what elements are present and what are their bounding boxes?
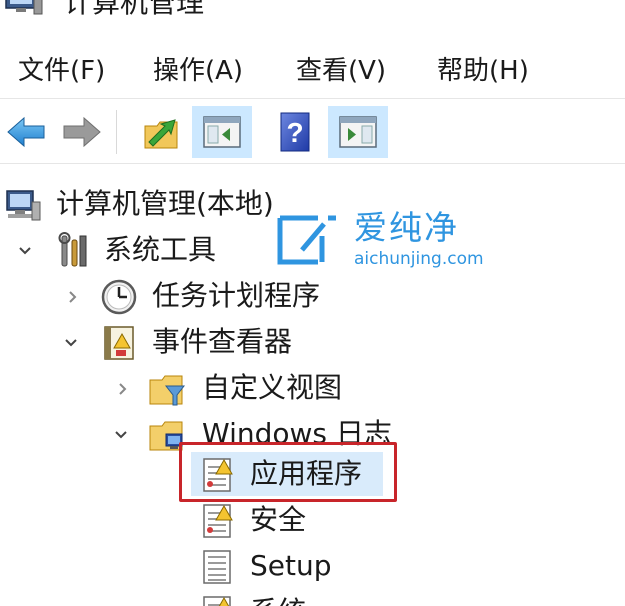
chevron-down-icon[interactable] <box>16 237 34 265</box>
forward-arrow-icon <box>63 116 101 148</box>
forward-button[interactable] <box>58 106 106 158</box>
annotation-box <box>179 442 397 502</box>
tree-label-system-tools: 系统工具 <box>104 233 217 266</box>
toolbar-divider <box>116 110 117 154</box>
event-log-icon <box>203 596 231 606</box>
computer-management-icon <box>6 190 41 221</box>
window-title: 计算机管理 <box>64 0 205 19</box>
show-hide-console-tree-icon <box>203 116 241 148</box>
title-bar: 计算机管理 <box>0 0 625 42</box>
tree-item-setup[interactable]: Setup <box>0 544 625 590</box>
show-hide-action-pane-button[interactable] <box>328 106 388 158</box>
tools-icon <box>58 232 87 267</box>
tree-item-task-scheduler[interactable]: 任务计划程序 <box>0 274 625 320</box>
clock-icon <box>101 279 137 315</box>
help-button[interactable]: ? <box>270 106 320 158</box>
toolbar: ? <box>0 100 625 162</box>
show-hide-console-tree-button[interactable] <box>192 106 252 158</box>
menu-action[interactable]: 操作(A) <box>153 54 243 88</box>
back-button[interactable] <box>2 106 50 158</box>
up-one-level-button[interactable] <box>136 106 186 158</box>
event-log-icon <box>203 504 233 538</box>
menu-bar: 文件(F) 操作(A) 查看(V) 帮助(H) <box>0 44 625 98</box>
log-file-icon <box>203 550 231 584</box>
tree-label-root: 计算机管理(本地) <box>56 187 274 220</box>
tree-item-event-viewer[interactable]: 事件查看器 <box>0 320 625 366</box>
up-folder-icon <box>144 119 178 149</box>
menu-separator <box>0 98 625 99</box>
tree-item-security[interactable]: 安全 <box>0 498 625 544</box>
toolbar-separator <box>0 163 625 164</box>
event-viewer-icon <box>104 326 134 360</box>
show-hide-action-pane-icon <box>339 116 377 148</box>
tree-label-security: 安全 <box>250 503 307 536</box>
watermark-logo-icon <box>277 215 336 265</box>
tree-label-setup: Setup <box>250 549 332 582</box>
tree-label-custom-views: 自定义视图 <box>202 371 343 404</box>
tree-item-system[interactable]: 系统 <box>0 590 625 606</box>
svg-text:?: ? <box>286 117 303 148</box>
tree-label-task-scheduler: 任务计划程序 <box>152 279 321 312</box>
menu-view[interactable]: 查看(V) <box>296 54 386 88</box>
help-icon: ? <box>280 112 310 152</box>
chevron-right-icon[interactable] <box>114 375 132 403</box>
back-arrow-icon <box>7 116 45 148</box>
tree-item-custom-views[interactable]: 自定义视图 <box>0 366 625 412</box>
menu-help[interactable]: 帮助(H) <box>437 54 529 88</box>
watermark-url: aichunjing.com <box>354 249 484 269</box>
tree-label-event-viewer: 事件查看器 <box>152 325 293 358</box>
filter-folder-icon <box>149 375 186 406</box>
tree-label-system: 系统 <box>250 592 306 606</box>
chevron-down-icon[interactable] <box>112 421 130 449</box>
menu-file[interactable]: 文件(F) <box>18 54 105 88</box>
chevron-right-icon[interactable] <box>64 283 82 311</box>
watermark-name: 爱纯净 <box>354 208 459 247</box>
computer-management-icon <box>5 0 43 15</box>
chevron-down-icon[interactable] <box>62 329 80 357</box>
watermark: 爱纯净 aichunjing.com <box>270 208 500 274</box>
